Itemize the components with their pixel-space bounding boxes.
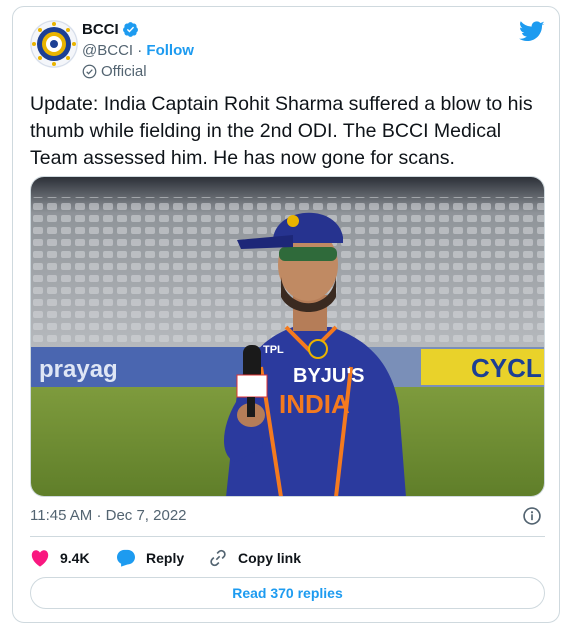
author-handle[interactable]: @BCCI	[82, 42, 133, 59]
official-label-row: Official	[82, 63, 147, 80]
jersey-team-text: INDIA	[279, 389, 350, 419]
board-right-text: CYCL	[471, 353, 542, 383]
tweet-photo[interactable]: prayag CYCL BYJU'S INDIA TPL	[30, 176, 545, 497]
reply-label: Reply	[146, 550, 185, 566]
handle-row: @BCCI · Follow	[82, 42, 194, 59]
verified-badge-icon	[123, 22, 138, 37]
timestamp-row[interactable]: 11:45 AM · Dec 7, 2022	[30, 507, 187, 524]
official-label: Official	[101, 63, 147, 80]
tweet-card: BCCI @BCCI · Follow Official Update: Ind…	[12, 6, 560, 623]
follow-button[interactable]: Follow	[146, 42, 194, 59]
bcci-logo-avatar[interactable]	[30, 20, 78, 68]
copy-link-label: Copy link	[238, 550, 302, 566]
read-replies-button[interactable]: Read 370 replies	[30, 577, 545, 609]
divider-top	[30, 536, 545, 537]
like-button[interactable]: 9.4K	[30, 549, 112, 567]
handle-separator: ·	[137, 42, 143, 59]
copy-link-button[interactable]: Copy link	[208, 548, 301, 568]
time-separator: ·	[96, 507, 102, 524]
jersey-sponsor-text: BYJU'S	[293, 365, 364, 387]
reply-button[interactable]: Reply	[116, 549, 204, 567]
board-left-text: prayag	[39, 356, 118, 383]
like-count: 9.4K	[60, 550, 90, 566]
action-bar: 9.4K Reply Copy link	[30, 545, 301, 571]
tweet-date[interactable]: Dec 7, 2022	[106, 507, 187, 524]
twitter-bird-icon[interactable]	[519, 21, 545, 43]
tweet-text: Update: India Captain Rohit Sharma suffe…	[30, 93, 533, 169]
reply-bubble-icon	[117, 549, 135, 567]
heart-icon	[31, 550, 49, 567]
author-name[interactable]: BCCI	[82, 21, 119, 38]
jersey-small-text: TPL	[263, 344, 284, 356]
info-icon[interactable]	[522, 506, 542, 526]
link-icon	[210, 549, 226, 567]
official-check-icon	[82, 64, 97, 79]
tweet-time[interactable]: 11:45 AM	[30, 507, 92, 524]
